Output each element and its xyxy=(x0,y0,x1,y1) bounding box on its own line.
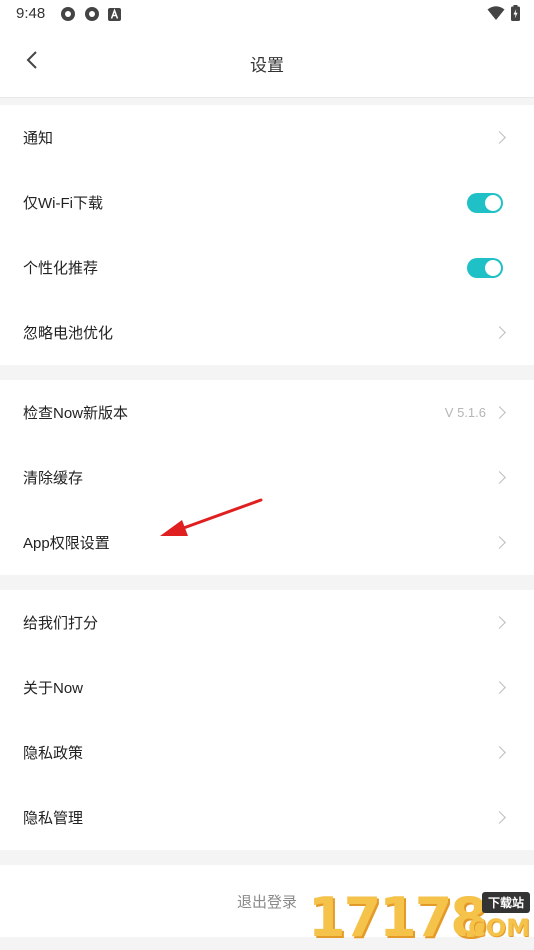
row-privacy-policy[interactable]: 隐私政策 xyxy=(0,720,534,785)
chevron-right-icon xyxy=(493,535,506,549)
settings-group-about: 给我们打分 关于Now 隐私政策 隐私管理 xyxy=(0,590,534,850)
toggle-knob xyxy=(485,194,501,211)
row-check-update[interactable]: 检查Now新版本 V 5.1.6 xyxy=(0,380,534,445)
row-label: 隐私政策 xyxy=(23,745,84,762)
row-label: 隐私管理 xyxy=(23,810,84,827)
status-time: 9:48 xyxy=(16,5,46,22)
watermark-domain: .COM xyxy=(458,914,530,942)
chevron-right-icon xyxy=(493,680,506,694)
row-label: 给我们打分 xyxy=(23,615,99,632)
status-right-icons xyxy=(487,5,520,21)
row-notifications[interactable]: 通知 xyxy=(0,105,534,170)
settings-group-app: 检查Now新版本 V 5.1.6 清除缓存 App权限设置 xyxy=(0,380,534,575)
keyboard-a-icon xyxy=(108,8,121,21)
row-rate-us[interactable]: 给我们打分 xyxy=(0,590,534,655)
wifi-only-toggle[interactable] xyxy=(467,192,503,213)
personalized-toggle[interactable] xyxy=(467,257,503,278)
row-label: 忽略电池优化 xyxy=(23,325,114,342)
chevron-right-icon xyxy=(493,470,506,484)
page-title: 设置 xyxy=(250,56,284,75)
logout-label: 退出登录 xyxy=(236,893,297,911)
row-label: 检查Now新版本 xyxy=(23,405,129,422)
row-clear-cache[interactable]: 清除缓存 xyxy=(0,445,534,510)
row-about-now[interactable]: 关于Now xyxy=(0,655,534,720)
toggle-knob xyxy=(485,259,501,276)
row-privacy-management[interactable]: 隐私管理 xyxy=(0,785,534,850)
row-label: 通知 xyxy=(23,130,54,147)
row-label: 关于Now xyxy=(23,680,84,697)
row-ignore-battery-optimization[interactable]: 忽略电池优化 xyxy=(0,300,534,365)
row-label: App权限设置 xyxy=(23,535,110,552)
chevron-right-icon xyxy=(493,745,506,759)
settings-cog-icon xyxy=(61,7,75,21)
chevron-right-icon xyxy=(493,810,506,824)
battery-charging-icon xyxy=(511,5,520,21)
wifi-icon xyxy=(487,6,505,20)
row-wifi-only-download: 仅Wi-Fi下载 xyxy=(0,170,534,235)
chevron-right-icon xyxy=(493,325,506,339)
chevron-right-icon xyxy=(493,615,506,629)
settings-cog-icon xyxy=(85,7,99,21)
row-label: 清除缓存 xyxy=(23,470,84,487)
version-value: V 5.1.6 xyxy=(444,405,486,420)
app-bar: 设置 xyxy=(0,28,534,98)
chevron-right-icon xyxy=(493,405,506,419)
chevron-right-icon xyxy=(493,130,506,144)
settings-group-general: 通知 仅Wi-Fi下载 个性化推荐 忽略电池优化 xyxy=(0,105,534,365)
row-label: 个性化推荐 xyxy=(23,260,99,277)
status-bar: 9:48 xyxy=(0,0,534,28)
watermark-logo: 17178 下载站 .COM xyxy=(308,886,534,950)
row-label: 仅Wi-Fi下载 xyxy=(23,195,103,212)
watermark-badge: 下载站 xyxy=(481,892,530,913)
row-app-permissions[interactable]: App权限设置 xyxy=(0,510,534,575)
row-personalized-recommendation: 个性化推荐 xyxy=(0,235,534,300)
